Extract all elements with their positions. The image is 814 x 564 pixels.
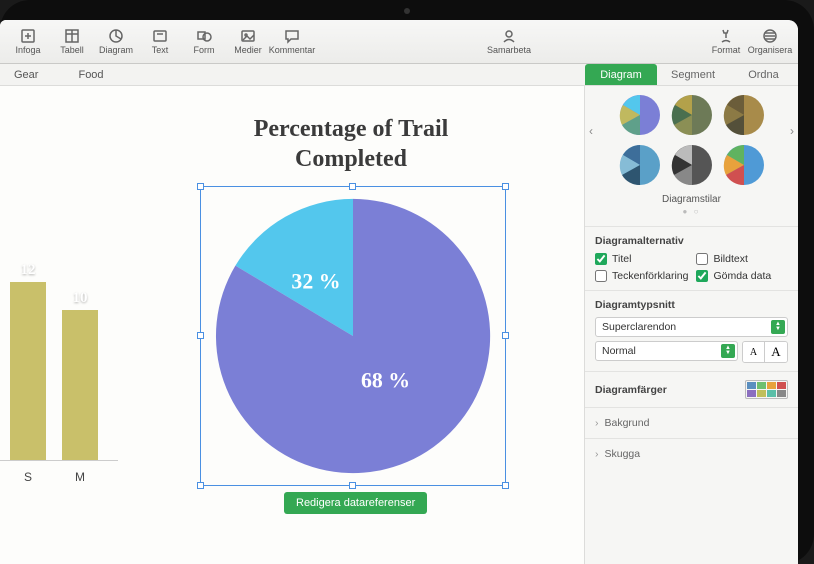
opt-legend[interactable]: Teckenförklaring <box>595 270 688 282</box>
pie-chart-selection[interactable]: 32 % 68 % <box>200 186 506 486</box>
tab-diagram[interactable]: Diagram <box>585 64 657 85</box>
bar-m-value: 10 <box>62 290 98 307</box>
bar-s: 12 <box>10 282 46 460</box>
bar-m-axis-label: M <box>62 470 98 484</box>
resize-handle-l[interactable] <box>197 332 204 339</box>
tb-chart-label: Diagram <box>99 45 133 55</box>
format-inspector: Diagram Segment Ordna ‹ › Diagramstilar <box>584 86 798 564</box>
opt-title-checkbox[interactable] <box>595 253 607 265</box>
tb-chart[interactable]: Diagram <box>94 20 138 64</box>
resize-handle-br[interactable] <box>502 482 509 489</box>
bar-m: 10 <box>62 310 98 460</box>
col-gear: Gear <box>0 69 64 81</box>
tb-table[interactable]: Tabell <box>50 20 94 64</box>
styles-caption: Diagramstilar <box>589 194 794 205</box>
chart-colors-title: Diagramfärger <box>595 384 667 396</box>
tb-text-label: Text <box>152 45 169 55</box>
tb-collab-label: Samarbeta <box>487 45 531 55</box>
tb-shape-label: Form <box>194 45 215 55</box>
opt-hidden-data[interactable]: Gömda data <box>696 270 788 282</box>
chart-font-title: Diagramtypsnitt <box>595 299 788 311</box>
camera-dot <box>404 8 410 14</box>
tb-shape[interactable]: Form <box>182 20 226 64</box>
background-disclosure[interactable]: Bakgrund <box>585 407 798 438</box>
style-chip-1[interactable] <box>619 94 661 136</box>
tb-format-label: Format <box>712 45 741 55</box>
tb-comment-label: Kommentar <box>269 45 316 55</box>
pie-chart[interactable]: 32 % 68 % <box>201 187 505 485</box>
chart-font-section: Diagramtypsnitt Superclarendon ▲▼ Normal… <box>585 290 798 371</box>
stepper-icon: ▲▼ <box>771 320 785 334</box>
inspector-tabs: Diagram Segment Ordna <box>585 64 798 86</box>
tb-organize[interactable]: Organisera <box>748 20 792 64</box>
tb-media-label: Medier <box>234 45 262 55</box>
tb-table-label: Tabell <box>60 45 84 55</box>
tb-insert[interactable]: Infoga <box>6 20 50 64</box>
bar-chart-fragment: 12 10 S M <box>0 154 118 494</box>
color-palette-button[interactable] <box>745 380 788 399</box>
tb-format[interactable]: Format <box>704 20 748 64</box>
tb-insert-label: Infoga <box>15 45 40 55</box>
font-size-larger[interactable]: A <box>765 342 787 362</box>
style-chip-6[interactable] <box>723 144 765 186</box>
opt-hidden-checkbox[interactable] <box>696 270 708 282</box>
styles-next[interactable]: › <box>786 124 798 138</box>
styles-prev[interactable]: ‹ <box>585 124 597 138</box>
font-size-smaller[interactable]: A <box>743 342 765 362</box>
tab-segment[interactable]: Segment <box>657 64 729 85</box>
pie-label-b: 68 % <box>361 369 410 393</box>
col-food: Food <box>64 69 129 81</box>
toolbar: Infoga Tabell Diagram Text Form Medier K… <box>0 20 798 64</box>
resize-handle-tl[interactable] <box>197 183 204 190</box>
font-size-segment: A A <box>742 341 788 363</box>
chart-styles: ‹ › Diagramstilar ● ○ <box>585 86 798 226</box>
tb-comment[interactable]: Kommentar <box>270 20 314 64</box>
stepper-icon: ▲▼ <box>721 344 735 358</box>
opt-title[interactable]: Titel <box>595 253 688 265</box>
tb-text[interactable]: Text <box>138 20 182 64</box>
style-chip-3[interactable] <box>723 94 765 136</box>
style-chip-4[interactable] <box>619 144 661 186</box>
edit-data-references-button[interactable]: Redigera datareferenser <box>284 492 427 514</box>
shadow-disclosure[interactable]: Skugga <box>585 438 798 469</box>
style-chip-2[interactable] <box>671 94 713 136</box>
chart-options-section: Diagramalternativ Titel Bildtext Teckenf… <box>585 226 798 290</box>
tb-media[interactable]: Medier <box>226 20 270 64</box>
font-weight-select[interactable]: Normal ▲▼ <box>595 341 738 361</box>
bar-s-axis-label: S <box>10 470 46 484</box>
chart-options-title: Diagramalternativ <box>595 235 788 247</box>
tb-collaborate[interactable]: Samarbeta <box>487 20 531 64</box>
resize-handle-tr[interactable] <box>502 183 509 190</box>
chart-colors-section: Diagramfärger <box>585 371 798 407</box>
bar-s-value: 12 <box>10 262 46 279</box>
font-family-select[interactable]: Superclarendon ▲▼ <box>595 317 788 337</box>
resize-handle-b[interactable] <box>349 482 356 489</box>
opt-caption[interactable]: Bildtext <box>696 253 788 265</box>
style-chip-5[interactable] <box>671 144 713 186</box>
opt-caption-checkbox[interactable] <box>696 253 708 265</box>
resize-handle-t[interactable] <box>349 183 356 190</box>
canvas[interactable]: 12 10 S M Percentage of Trail Completed … <box>0 86 584 564</box>
resize-handle-r[interactable] <box>502 332 509 339</box>
chart-title[interactable]: Percentage of Trail Completed <box>216 114 486 174</box>
opt-legend-checkbox[interactable] <box>595 270 607 282</box>
tab-arrange[interactable]: Ordna <box>729 64 798 85</box>
tb-organize-label: Organisera <box>748 45 793 55</box>
resize-handle-bl[interactable] <box>197 482 204 489</box>
pie-label-a: 32 % <box>291 269 340 293</box>
styles-page-dots[interactable]: ● ○ <box>589 207 794 216</box>
